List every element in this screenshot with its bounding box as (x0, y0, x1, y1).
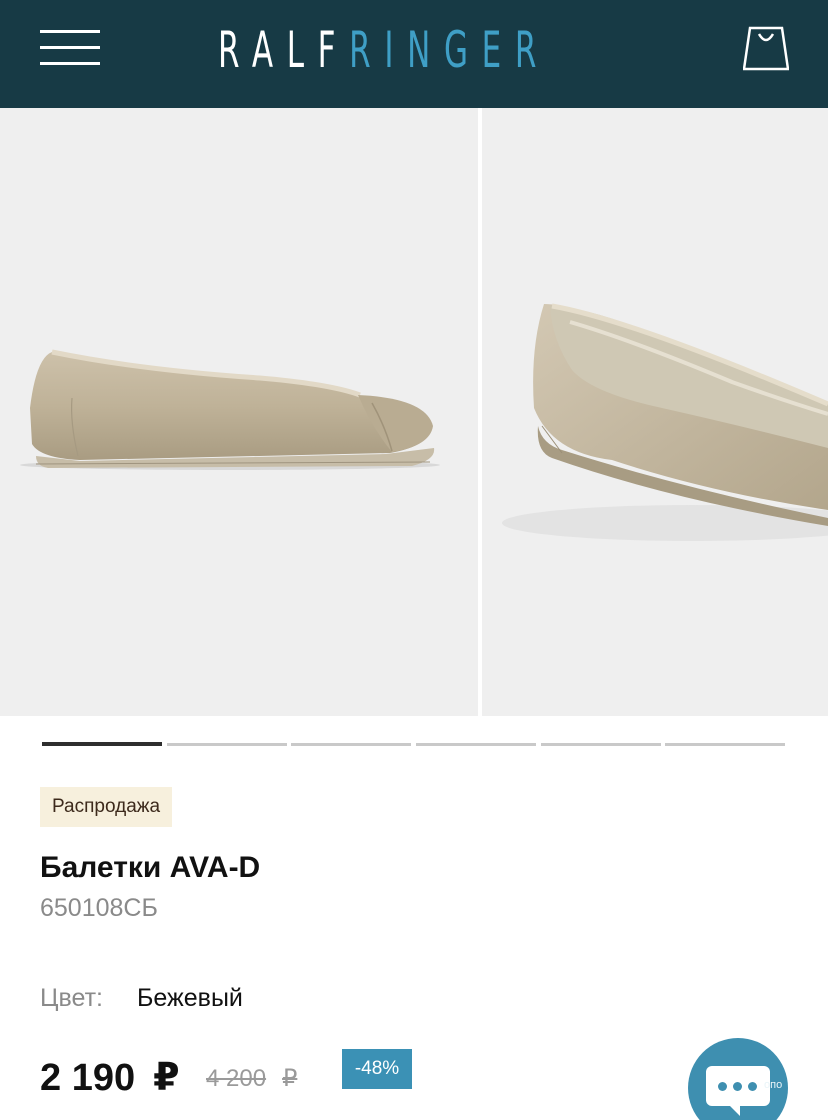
old-price-currency: ₽ (282, 1065, 298, 1092)
menu-line (40, 30, 100, 33)
sale-badge: Распродажа (40, 787, 173, 827)
pager-dot-4[interactable] (416, 743, 536, 746)
product-gallery[interactable] (0, 108, 828, 716)
chat-icon[interactable]: опо (688, 1038, 788, 1120)
pager-dot-1[interactable] (42, 742, 162, 746)
product-image-angle[interactable] (482, 108, 828, 716)
color-value: Бежевый (137, 984, 243, 1012)
site-header: RALF RINGER (0, 0, 828, 108)
pager-dot-6[interactable] (665, 743, 785, 746)
product-sku: 650108СБ (40, 894, 158, 922)
old-price-amount: 4 200 (206, 1065, 267, 1092)
pager-dot-5[interactable] (541, 743, 661, 746)
price-amount: 2 190 (40, 1057, 136, 1099)
chat-dot (733, 1082, 742, 1091)
menu-line (40, 46, 100, 49)
logo-text-ringer: RINGER (349, 21, 551, 79)
chat-tag-text: опо (764, 1079, 783, 1091)
gallery-pager (42, 742, 786, 748)
hamburger-icon[interactable] (40, 30, 100, 66)
price-currency: ₽ (153, 1057, 180, 1099)
menu-line (40, 62, 100, 65)
product-title: Балетки AVA-D (40, 851, 261, 884)
current-price: 2 190 ₽ (40, 1055, 180, 1101)
chat-dot (718, 1082, 727, 1091)
product-image-side[interactable] (0, 108, 478, 716)
pager-dot-3[interactable] (291, 743, 411, 746)
old-price: 4 200 ₽ (206, 1064, 297, 1094)
color-label: Цвет: (40, 984, 103, 1012)
chat-dot (748, 1082, 757, 1091)
discount-badge: -48% (342, 1049, 412, 1089)
brand-logo[interactable]: RALF RINGER (218, 20, 550, 80)
logo-text-ralf: RALF (218, 21, 350, 79)
shopping-bag-icon[interactable] (742, 24, 790, 72)
pager-dot-2[interactable] (167, 743, 287, 746)
chat-bubble-tail (728, 1104, 740, 1116)
